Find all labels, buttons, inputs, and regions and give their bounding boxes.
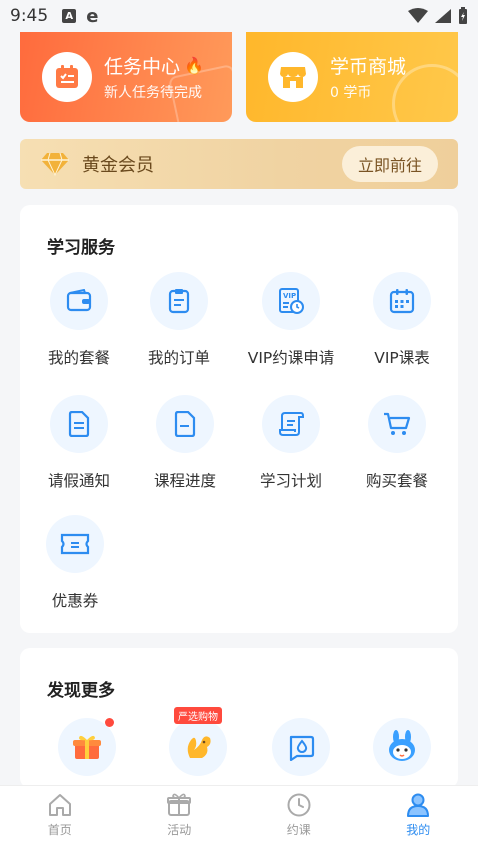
service-coupons[interactable]: 优惠券 <box>20 515 130 611</box>
progress-doc-icon <box>156 395 214 453</box>
coupon-icon <box>46 515 104 573</box>
service-label: 课程进度 <box>153 472 216 490</box>
document-icon <box>50 395 108 453</box>
discover-item-shopping[interactable]: 严选购物 <box>143 707 253 776</box>
nav-label: 约课 <box>286 823 311 837</box>
service-label: VIP课表 <box>374 349 430 367</box>
vip-go-button[interactable]: 立即前往 <box>341 146 438 182</box>
discover-item-chat[interactable] <box>246 718 356 776</box>
nav-booking[interactable]: 约课 <box>239 786 359 848</box>
user-icon <box>407 793 430 817</box>
gift-icon <box>58 718 116 776</box>
nav-label: 活动 <box>167 823 192 837</box>
shop-icon <box>268 52 318 102</box>
clock-icon <box>287 793 311 817</box>
diamond-icon <box>41 152 69 176</box>
service-label: 请假通知 <box>47 472 110 490</box>
bottom-nav: 首页 活动 约课 我的 <box>0 785 478 848</box>
service-label: VIP约课申请 <box>247 349 335 367</box>
nav-label: 首页 <box>47 823 72 837</box>
service-course-progress[interactable]: 课程进度 <box>130 395 240 491</box>
battery-icon <box>459 7 467 24</box>
clipboard-icon <box>150 272 208 330</box>
squirrel-icon: 严选购物 <box>169 707 227 776</box>
mall-card-title: 学币商城 <box>330 56 407 78</box>
service-leave-notice[interactable]: 请假通知 <box>24 395 134 491</box>
service-buy-package[interactable]: 购买套餐 <box>342 395 452 491</box>
notification-dot <box>105 718 114 727</box>
discover-item-mascot[interactable] <box>347 718 457 776</box>
discover-item-gift[interactable] <box>32 718 142 776</box>
browser-e-icon: e <box>86 5 99 27</box>
svg-text:VIP: VIP <box>283 292 296 300</box>
cart-icon <box>368 395 426 453</box>
status-time: 9:45 <box>10 6 49 26</box>
service-label: 购买套餐 <box>365 472 428 490</box>
service-vip-booking[interactable]: VIP VIP约课申请 <box>236 272 346 368</box>
service-vip-timetable[interactable]: VIP课表 <box>347 272 457 368</box>
status-bar: 9:45 A e <box>0 0 478 32</box>
task-center-card[interactable]: 任务中心 🔥 新人任务待完成 <box>20 32 232 122</box>
service-my-packages[interactable]: 我的套餐 <box>24 272 134 368</box>
scroll-icon <box>262 395 320 453</box>
vip-banner: 黄金会员 立即前往 <box>20 139 458 189</box>
notification-a-icon: A <box>62 9 77 23</box>
service-study-plan[interactable]: 学习计划 <box>236 395 346 491</box>
wifi-icon <box>408 8 428 23</box>
top-cards: 任务中心 🔥 新人任务待完成 学币商城 0 学币 <box>20 32 458 122</box>
shopping-badge: 严选购物 <box>174 707 222 724</box>
chat-drop-icon <box>272 718 330 776</box>
wallet-icon <box>50 272 108 330</box>
nav-label: 我的 <box>406 823 431 837</box>
service-label: 我的订单 <box>147 349 210 367</box>
task-icon <box>42 52 92 102</box>
discover-more-panel: 发现更多 严选购物 <box>20 648 458 788</box>
service-label: 我的套餐 <box>47 349 110 367</box>
discover-title: 发现更多 <box>47 681 115 701</box>
calendar-icon <box>373 272 431 330</box>
learning-services-panel: 学习服务 我的套餐 我的订单 VIP VIP约课申请 VIP课表 请假通知 课程… <box>20 205 458 633</box>
vip-schedule-icon: VIP <box>262 272 320 330</box>
service-label: 优惠券 <box>51 592 99 610</box>
nav-mine[interactable]: 我的 <box>359 786 478 848</box>
vip-label: 黄金会员 <box>82 155 154 176</box>
service-label: 学习计划 <box>259 472 322 490</box>
nav-activity[interactable]: 活动 <box>120 786 240 848</box>
services-title: 学习服务 <box>47 238 115 258</box>
gift-outline-icon <box>167 793 192 816</box>
signal-icon <box>435 9 451 23</box>
home-icon <box>48 794 71 816</box>
nav-home[interactable]: 首页 <box>0 786 120 848</box>
service-my-orders[interactable]: 我的订单 <box>124 272 234 368</box>
rabbit-mascot-icon <box>373 718 431 776</box>
task-card-title: 任务中心 <box>104 56 181 78</box>
coin-mall-card[interactable]: 学币商城 0 学币 <box>246 32 458 122</box>
